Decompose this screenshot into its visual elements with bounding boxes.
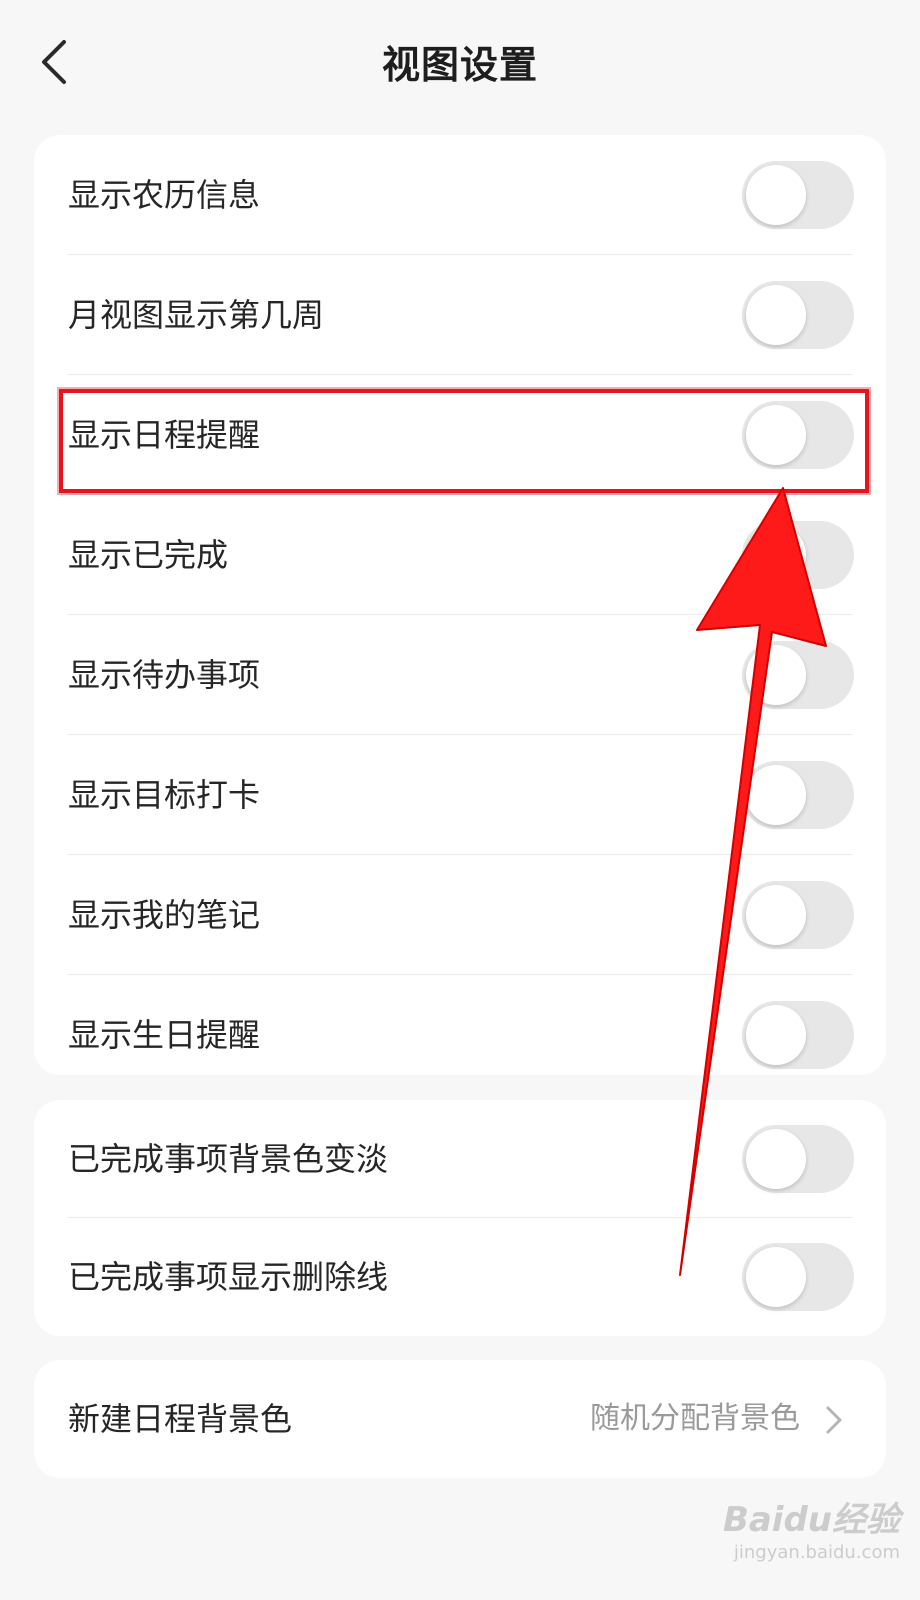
notes-toggle[interactable]: [742, 881, 854, 949]
color-value: 随机分配背景色: [590, 1401, 800, 1436]
new-schedule-color-card: 新建日程背景色 随机分配背景色: [34, 1360, 886, 1478]
toggle-knob: [746, 765, 806, 825]
setting-label: 已完成事项背景色变淡: [68, 1140, 389, 1178]
toggle-knob: [746, 645, 806, 705]
watermark: Baidu经验 jingyan.baidu.com: [700, 1500, 900, 1580]
setting-row-fade-completed: 已完成事项背景色变淡: [34, 1100, 886, 1218]
toggle-knob: [746, 405, 806, 465]
new-schedule-color-row[interactable]: 新建日程背景色 随机分配背景色: [34, 1360, 886, 1478]
setting-row-todo: 显示待办事项: [34, 615, 886, 735]
setting-row-goal-checkin: 显示目标打卡: [34, 735, 886, 855]
setting-row-lunar: 显示农历信息: [34, 135, 886, 255]
setting-row-completed: 显示已完成: [34, 495, 886, 615]
todo-toggle[interactable]: [742, 641, 854, 709]
setting-row-schedule-reminder: 显示日程提醒: [34, 375, 886, 495]
week-number-toggle[interactable]: [742, 281, 854, 349]
setting-label: 显示目标打卡: [68, 776, 261, 814]
toggle-knob: [746, 1005, 806, 1065]
setting-row-week-number: 月视图显示第几周: [34, 255, 886, 375]
page-title: 视图设置: [381, 43, 538, 87]
toggle-knob: [746, 1247, 806, 1307]
strikethrough-toggle[interactable]: [742, 1243, 854, 1311]
birthday-toggle[interactable]: [742, 1001, 854, 1069]
completed-style-card: 已完成事项背景色变淡 已完成事项显示删除线: [34, 1100, 886, 1336]
setting-label: 新建日程背景色: [68, 1400, 293, 1438]
watermark-url: jingyan.baidu.com: [733, 1542, 900, 1563]
toggle-knob: [746, 1129, 806, 1189]
setting-row-strikethrough: 已完成事项显示删除线: [34, 1218, 886, 1336]
setting-label: 显示农历信息: [68, 176, 261, 214]
setting-row-birthday: 显示生日提醒: [34, 975, 886, 1095]
schedule-reminder-toggle[interactable]: [742, 401, 854, 469]
toggle-knob: [746, 285, 806, 345]
chevron-right-icon: [822, 1402, 846, 1438]
setting-label: 显示生日提醒: [68, 1016, 261, 1054]
completed-toggle[interactable]: [742, 521, 854, 589]
goal-checkin-toggle[interactable]: [742, 761, 854, 829]
setting-label: 显示已完成: [68, 536, 229, 574]
display-options-card: 显示农历信息 月视图显示第几周 显示日程提醒 显示已完成 显示待办事项 显示目标…: [34, 135, 886, 1075]
setting-label: 显示我的笔记: [68, 896, 261, 934]
toggle-knob: [746, 165, 806, 225]
toggle-knob: [746, 885, 806, 945]
setting-row-notes: 显示我的笔记: [34, 855, 886, 975]
setting-label: 显示待办事项: [68, 656, 261, 694]
setting-label: 月视图显示第几周: [68, 296, 325, 334]
setting-label: 已完成事项显示删除线: [68, 1258, 389, 1296]
lunar-toggle[interactable]: [742, 161, 854, 229]
fade-completed-toggle[interactable]: [742, 1125, 854, 1193]
toggle-knob: [746, 525, 806, 585]
header-bar: 视图设置: [0, 0, 920, 125]
setting-label: 显示日程提醒: [68, 416, 261, 454]
watermark-logo: Baidu经验: [722, 1500, 900, 1540]
